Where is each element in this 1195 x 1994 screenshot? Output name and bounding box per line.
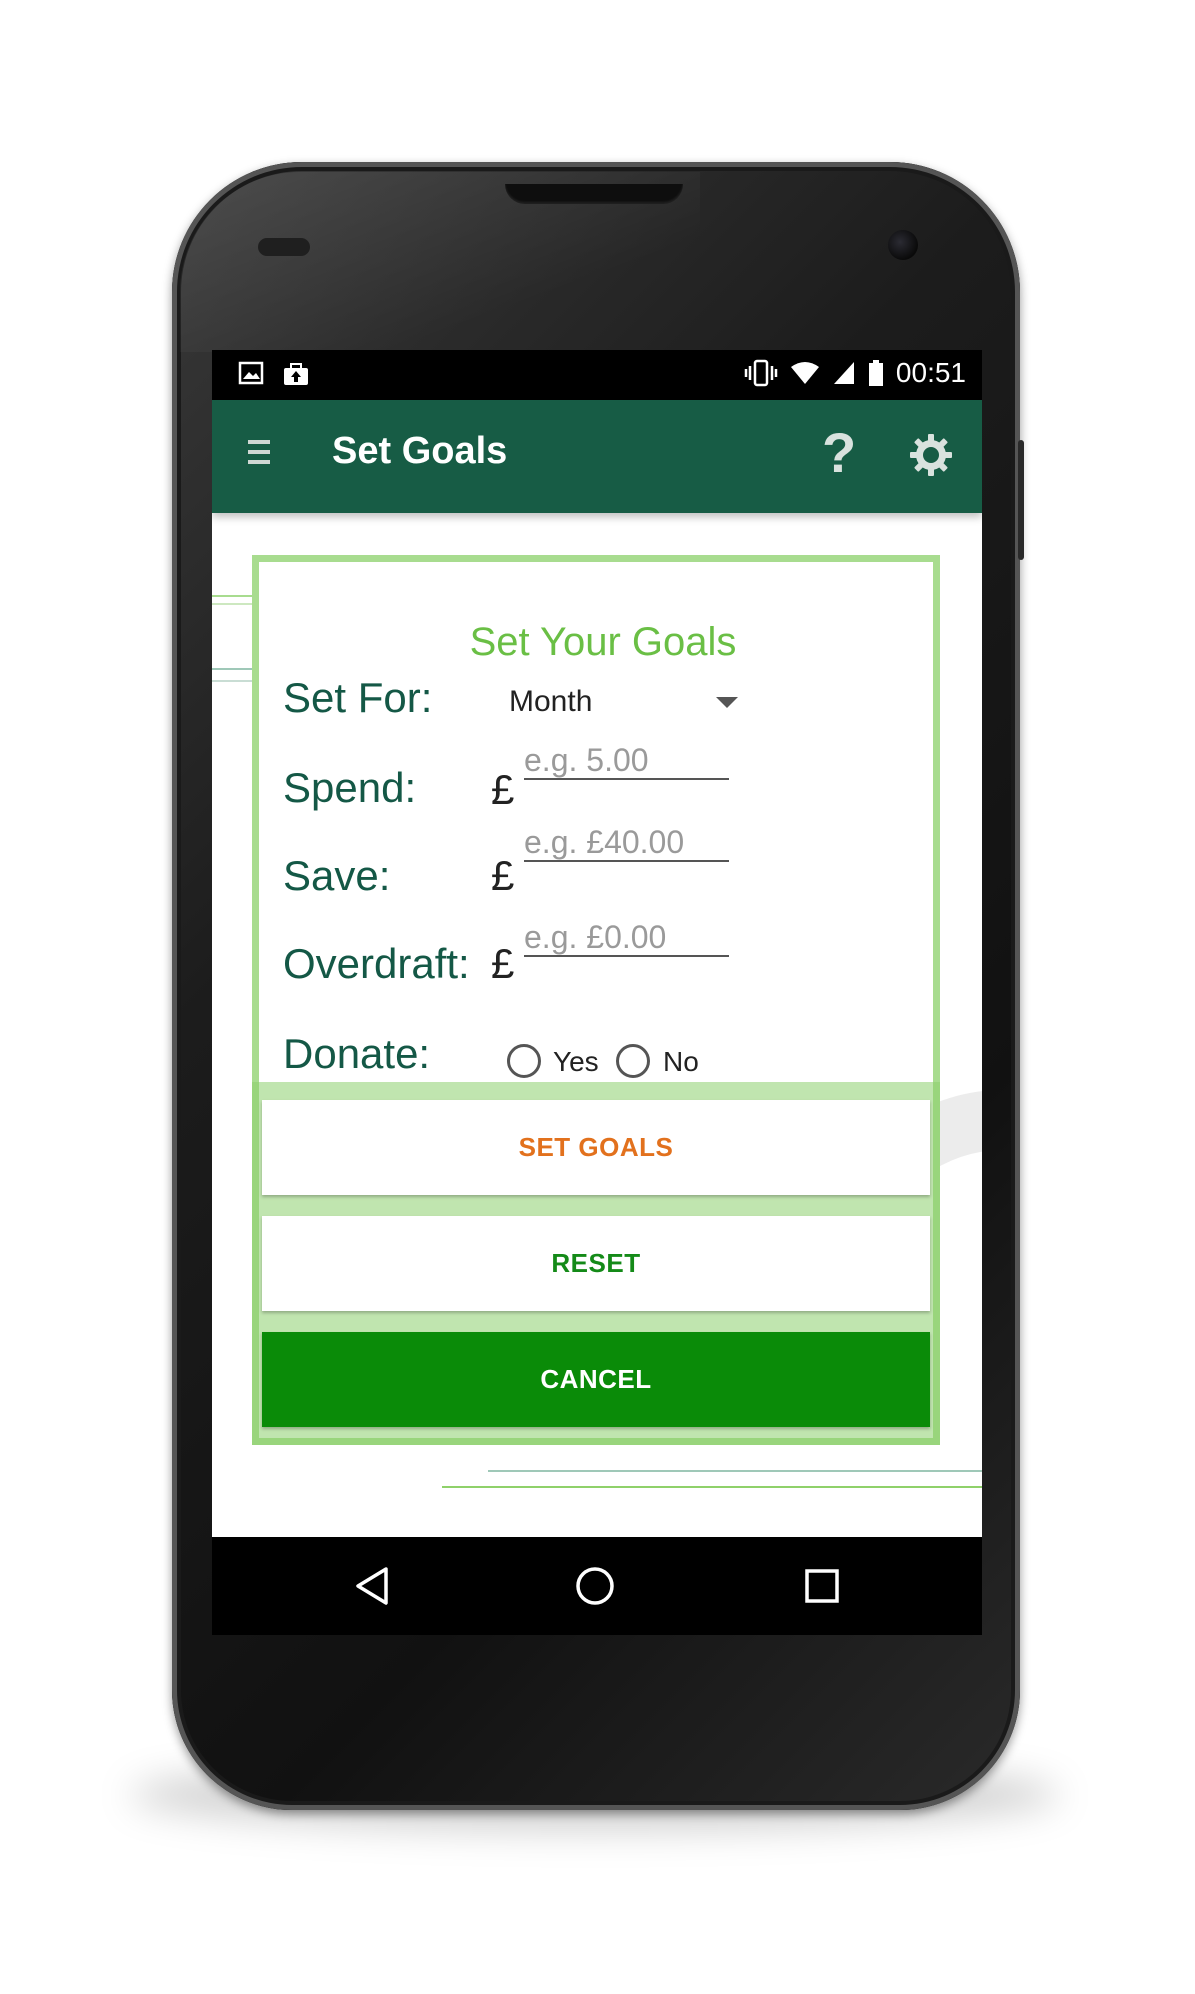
spend-label: Spend:: [283, 764, 417, 811]
recents-icon[interactable]: [803, 1567, 841, 1605]
vibrate-icon: [744, 359, 778, 387]
earpiece-speaker: [505, 184, 683, 204]
screen: 00:51 Set Goals ? Set Your Goals Set For: [212, 350, 982, 1635]
donate-no-label[interactable]: No: [663, 1046, 699, 1078]
image-icon: [238, 361, 264, 385]
help-icon[interactable]: ?: [822, 420, 856, 485]
set-for-selected: Month: [509, 685, 593, 718]
wifi-icon: [790, 362, 819, 384]
save-label: Save:: [283, 852, 391, 899]
dialog-title: Set Your Goals: [469, 620, 737, 664]
navigation-bar: [212, 1537, 982, 1635]
donate-yes-radio[interactable]: [507, 1044, 541, 1078]
gear-icon[interactable]: [908, 432, 954, 478]
reset-button[interactable]: RESET: [262, 1216, 930, 1311]
home-icon[interactable]: [574, 1565, 616, 1607]
donate-label: Donate:: [283, 1030, 431, 1077]
chevron-down-icon: [716, 697, 738, 708]
status-bar: 00:51: [212, 350, 982, 400]
donate-no-radio[interactable]: [616, 1044, 650, 1078]
set-goals-button[interactable]: SET GOALS: [262, 1100, 930, 1195]
hamburger-menu-icon[interactable]: [248, 440, 270, 470]
proximity-sensor: [258, 238, 310, 256]
status-clock: 00:51: [895, 357, 966, 388]
donate-yes-label[interactable]: Yes: [553, 1046, 599, 1078]
spend-input[interactable]: e.g. 5.00: [524, 742, 729, 780]
app-bar: Set Goals ?: [212, 400, 982, 513]
front-camera: [888, 230, 918, 260]
overdraft-currency: £: [491, 940, 515, 987]
overdraft-label: Overdraft:: [283, 940, 470, 987]
set-for-label: Set For:: [283, 674, 433, 721]
background-line: [442, 1486, 982, 1488]
save-input[interactable]: e.g. £40.00: [524, 824, 729, 862]
cancel-button[interactable]: CANCEL: [262, 1332, 930, 1427]
power-button: [1018, 440, 1024, 560]
overdraft-input[interactable]: e.g. £0.00: [524, 919, 729, 957]
briefcase-upload-icon: [284, 363, 308, 385]
set-for-dropdown[interactable]: Month: [499, 679, 739, 729]
spend-currency: £: [491, 766, 515, 813]
background-line: [488, 1470, 982, 1472]
page-title: Set Goals: [332, 430, 508, 472]
back-icon[interactable]: [352, 1565, 392, 1607]
save-currency: £: [491, 852, 515, 899]
signal-icon: [833, 362, 854, 384]
battery-icon: [868, 360, 883, 386]
